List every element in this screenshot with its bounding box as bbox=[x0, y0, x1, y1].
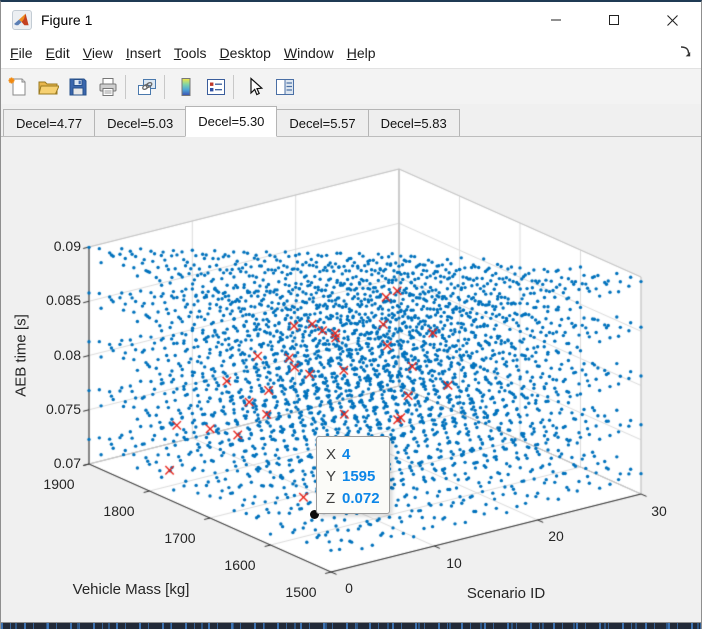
title-bar[interactable]: Figure 1 bbox=[1, 2, 701, 38]
insert-colorbar-button[interactable] bbox=[172, 73, 199, 100]
insert-legend-button[interactable] bbox=[202, 73, 229, 100]
z-tick-label: 0.085 bbox=[45, 292, 81, 308]
scenario-tick-label: 10 bbox=[446, 555, 462, 571]
toolbar-separator bbox=[125, 74, 126, 99]
tab-decel-5-83[interactable]: Decel=5.83 bbox=[367, 109, 460, 136]
mass-tick-label: 1700 bbox=[164, 530, 196, 546]
menu-insert[interactable]: Insert bbox=[126, 45, 161, 61]
y-axis-title: Vehicle Mass [kg] bbox=[72, 581, 190, 598]
save-floppy-icon bbox=[69, 78, 86, 95]
z-tick-label: 0.09 bbox=[53, 238, 81, 254]
scenario-tick-label: 0 bbox=[345, 580, 353, 596]
menu-help[interactable]: Help bbox=[347, 45, 376, 61]
datatip-y-value: 1595 bbox=[342, 467, 376, 485]
maximize-button[interactable] bbox=[585, 2, 643, 38]
print-figure-button[interactable] bbox=[94, 73, 121, 100]
mass-tick-label: 1900 bbox=[43, 476, 75, 492]
new-figure-icon bbox=[8, 77, 25, 95]
datatip-x-value: 4 bbox=[342, 445, 351, 463]
link-plot-icon bbox=[137, 78, 156, 95]
datatip-y-label: Y bbox=[326, 467, 337, 485]
dock-figure-icon[interactable] bbox=[679, 44, 693, 58]
minimize-icon bbox=[551, 19, 561, 21]
tab-decel-5-03[interactable]: Decel=5.03 bbox=[94, 109, 187, 136]
maximize-icon bbox=[609, 15, 619, 25]
datatip-x-label: X bbox=[326, 445, 337, 463]
z-tick-label: 0.08 bbox=[53, 347, 81, 363]
tab-decel-5-30[interactable]: Decel=5.30 bbox=[185, 106, 278, 137]
tab-decel-4-77[interactable]: Decel=4.77 bbox=[3, 109, 96, 136]
close-icon bbox=[666, 14, 678, 26]
close-button[interactable] bbox=[643, 2, 701, 38]
menu-tools[interactable]: Tools bbox=[174, 45, 207, 61]
printer-icon bbox=[99, 77, 116, 96]
link-plot-button[interactable] bbox=[133, 73, 160, 100]
new-figure-button[interactable] bbox=[4, 73, 31, 100]
matlab-logo-icon bbox=[12, 10, 32, 30]
colorbar-icon bbox=[181, 77, 190, 96]
mass-tick-label: 1600 bbox=[224, 557, 256, 573]
background-window-sliver bbox=[1, 622, 701, 629]
menu-file[interactable]: File bbox=[10, 45, 33, 61]
scenario-tick-label: 20 bbox=[548, 528, 564, 544]
open-folder-icon bbox=[37, 81, 59, 94]
tab-decel-5-57[interactable]: Decel=5.57 bbox=[276, 109, 369, 136]
menu-window[interactable]: Window bbox=[284, 45, 334, 61]
plot-area: 0.09 0.085 0.08 0.075 0.07 1900 1800 170… bbox=[1, 137, 701, 622]
x-axis-title: Scenario ID bbox=[466, 585, 546, 602]
toolbar-separator bbox=[164, 74, 165, 99]
decel-tab-bar: Decel=4.77 Decel=5.03 Decel=5.30 Decel=5… bbox=[1, 104, 701, 137]
cursor-arrow-icon bbox=[249, 76, 263, 95]
mass-tick-label: 1800 bbox=[103, 503, 135, 519]
menu-edit[interactable]: Edit bbox=[46, 45, 70, 61]
menu-view[interactable]: View bbox=[83, 45, 113, 61]
save-figure-button[interactable] bbox=[64, 73, 91, 100]
z-tick-label: 0.075 bbox=[45, 401, 81, 417]
menu-desktop[interactable]: Desktop bbox=[220, 45, 271, 61]
datatip-z-label: Z bbox=[326, 489, 336, 507]
property-inspector-button[interactable] bbox=[271, 73, 298, 100]
toolbar-separator bbox=[233, 74, 234, 99]
minimize-button[interactable] bbox=[527, 2, 585, 38]
window-title: Figure 1 bbox=[41, 12, 93, 28]
open-file-button[interactable] bbox=[34, 73, 61, 100]
legend-icon bbox=[206, 78, 225, 95]
edit-plot-button[interactable] bbox=[241, 73, 268, 100]
scenario-tick-label: 30 bbox=[651, 503, 667, 519]
z-axis-title: AEB time [s] bbox=[12, 314, 30, 397]
3d-scatter-plot[interactable] bbox=[1, 137, 701, 622]
menu-bar: File Edit View Insert Tools Desktop Wind… bbox=[1, 38, 701, 69]
figure-toolbar bbox=[1, 69, 701, 105]
z-tick-label: 0.07 bbox=[53, 455, 81, 471]
datatip-z-value: 0.072 bbox=[342, 489, 380, 507]
mass-tick-label: 1500 bbox=[285, 584, 317, 600]
datatip[interactable]: X4 Y 1595 Z 0.072 bbox=[316, 436, 390, 514]
property-inspector-icon bbox=[275, 78, 294, 95]
figure-window: Figure 1 File Edit View Insert Tools Des… bbox=[0, 0, 702, 629]
